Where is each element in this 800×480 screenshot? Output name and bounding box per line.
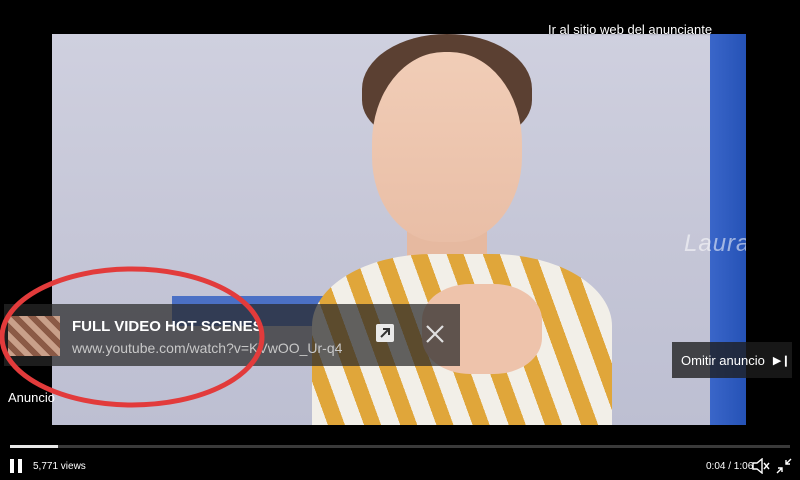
ad-thumbnail[interactable] (8, 316, 60, 356)
subject-face (372, 52, 522, 242)
skip-next-icon: ▶❙ (772, 354, 791, 367)
skip-ad-button[interactable]: Omitir anuncio ▶❙ (672, 342, 792, 378)
video-frame[interactable]: LauraG. (52, 34, 746, 425)
open-external-icon[interactable] (374, 322, 396, 344)
video-subject (292, 34, 652, 425)
control-bar: 5,771 views 0:04 / 1:06 (0, 452, 800, 480)
ad-title[interactable]: FULL VIDEO HOT SCENES (72, 318, 263, 335)
skip-ad-label: Omitir anuncio (681, 352, 765, 368)
ad-url[interactable]: www.youtube.com/watch?v=KVwOO_Ur-q4 (72, 340, 342, 356)
time-display: 0:04 / 1:06 (706, 461, 754, 472)
ad-label: Anuncio (8, 390, 55, 405)
advertiser-site-link[interactable]: Ir al sitio web del anunciante (548, 22, 712, 37)
close-icon[interactable] (422, 321, 448, 347)
mute-icon[interactable] (752, 458, 770, 474)
exit-fullscreen-icon[interactable] (776, 458, 792, 474)
progress-bar-fill (10, 445, 58, 448)
progress-bar[interactable] (10, 445, 790, 448)
view-count: 5,771 views (33, 461, 86, 472)
ad-overlay-banner[interactable]: FULL VIDEO HOT SCENES www.youtube.com/wa… (4, 304, 460, 366)
pause-icon[interactable] (10, 459, 24, 475)
channel-watermark: LauraG. (684, 230, 746, 257)
